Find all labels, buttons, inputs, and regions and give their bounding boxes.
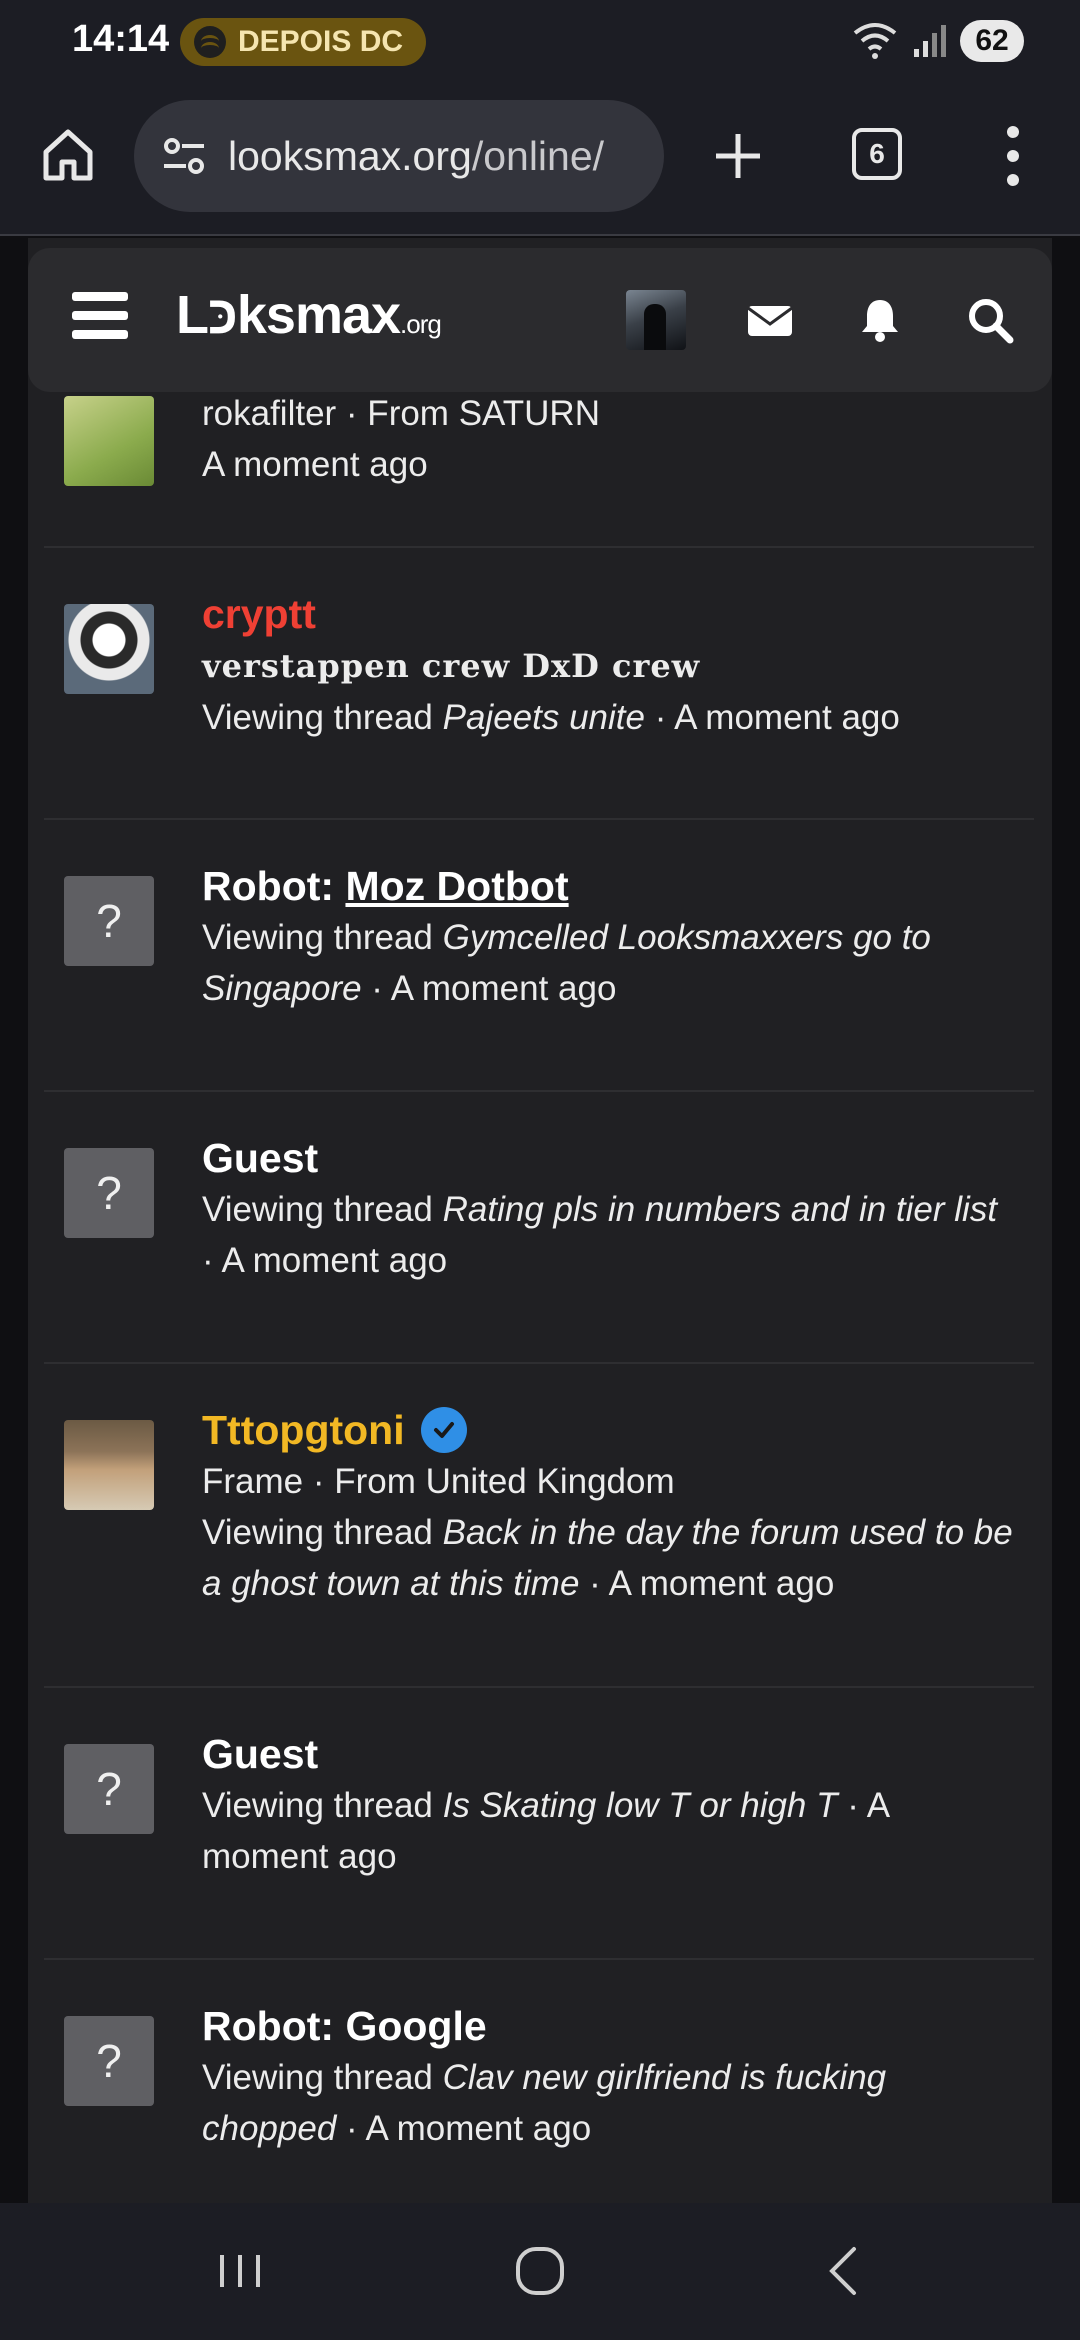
recent-apps-icon[interactable] — [208, 2239, 272, 2303]
activity-prefix: Viewing thread — [202, 1513, 443, 1552]
user-avatar-image[interactable] — [64, 1420, 154, 1510]
tab-switcher-button[interactable]: 6 — [852, 128, 902, 180]
guest-name: Guest — [202, 1135, 319, 1181]
search-icon[interactable] — [964, 294, 1016, 346]
user-title: verstappen crew DxD crew — [202, 647, 701, 685]
system-navigation-bar — [0, 2203, 1080, 2340]
username-link[interactable]: Tttopgtoni — [202, 1404, 1014, 1456]
status-icons: 62 — [852, 20, 1024, 62]
back-icon[interactable] — [812, 2239, 876, 2303]
envelope-icon[interactable] — [744, 294, 796, 346]
robot-link[interactable]: Moz Dotbot — [345, 860, 568, 912]
bell-icon[interactable] — [854, 294, 906, 346]
spotify-icon — [194, 26, 226, 58]
activity-prefix: Viewing thread — [202, 698, 443, 737]
activity-prefix: Viewing thread — [202, 2058, 443, 2097]
logo-suffix: .org — [400, 309, 442, 339]
robot-prefix: Robot: — [202, 863, 335, 909]
activity-time: A moment ago — [202, 445, 428, 484]
url-path: /online/ — [471, 132, 605, 179]
list-item[interactable]: ? Robot: Google Viewing thread Clav new … — [44, 1960, 1034, 2203]
robot-name: Robot: Moz Dotbot — [202, 860, 1014, 912]
page-content: Lכּksmax.org rokafilter · From SATURN A … — [28, 238, 1052, 2203]
activity-line: Viewing thread Clav new girlfriend is fu… — [202, 2052, 1014, 2154]
overflow-menu-icon[interactable] — [998, 120, 1028, 192]
browser-toolbar: looksmax.org/online/ 6 — [0, 84, 1080, 236]
robot-name: Robot: Google — [202, 2003, 487, 2049]
username-link[interactable]: cryptt — [202, 588, 1014, 640]
logo-text: Lכּksmax — [176, 285, 401, 345]
url-text: looksmax.org/online/ — [228, 133, 604, 180]
activity-time: · A moment ago — [202, 1241, 448, 1280]
user-title: rokafilter · From SATURN — [202, 394, 600, 433]
hamburger-menu-icon[interactable] — [72, 292, 128, 344]
guest-avatar: ? — [64, 2016, 154, 2106]
thread-link[interactable]: Is Skating low T or high T — [443, 1786, 838, 1825]
site-logo[interactable]: Lכּksmax.org — [176, 284, 442, 346]
user-avatar[interactable] — [626, 290, 686, 350]
user-title: Frame · From United Kingdom — [202, 1462, 675, 1501]
activity-line: Viewing thread Rating pls in numbers and… — [202, 1184, 1014, 1286]
activity-prefix: Viewing thread — [202, 1786, 443, 1825]
site-settings-icon[interactable] — [160, 132, 208, 180]
activity-line: Viewing thread Is Skating low T or high … — [202, 1780, 1014, 1882]
guest-avatar: ? — [64, 876, 154, 966]
activity-line: Viewing thread Back in the day the forum… — [202, 1507, 1014, 1609]
thread-link[interactable]: Rating pls in numbers and in tier list — [443, 1190, 997, 1229]
guest-avatar: ? — [64, 1744, 154, 1834]
activity-time: · A moment ago — [361, 969, 617, 1008]
site-header: Lכּksmax.org — [28, 248, 1052, 392]
guest-avatar: ? — [64, 1148, 154, 1238]
media-playing-pill[interactable]: DEPOIS DC — [180, 18, 426, 66]
media-title: DEPOIS DC — [238, 25, 404, 58]
home-icon[interactable] — [38, 124, 98, 184]
list-item[interactable]: ? Guest Viewing thread Rating pls in num… — [44, 1092, 1034, 1364]
address-bar[interactable]: looksmax.org/online/ — [134, 100, 664, 212]
activity-prefix: Viewing thread — [202, 918, 443, 957]
thread-link[interactable]: Pajeets unite — [443, 698, 645, 737]
home-button-icon[interactable] — [508, 2239, 572, 2303]
user-avatar-image[interactable] — [64, 396, 154, 486]
status-bar: 14:14 DEPOIS DC 62 — [0, 0, 1080, 84]
list-item[interactable]: ? Guest Viewing thread Is Skating low T … — [44, 1688, 1034, 1960]
list-item[interactable]: ? Robot: Moz Dotbot Viewing thread Gymce… — [44, 820, 1034, 1092]
activity-prefix: Viewing thread — [202, 1190, 443, 1229]
new-tab-icon[interactable] — [706, 124, 770, 188]
status-time: 14:14 — [72, 18, 170, 60]
wifi-icon — [853, 23, 897, 59]
user-avatar-image[interactable] — [64, 604, 154, 694]
url-host: looksmax.org — [228, 132, 472, 179]
battery-indicator: 62 — [960, 20, 1024, 62]
username-text: Tttopgtoni — [202, 1407, 405, 1453]
guest-name: Guest — [202, 1731, 319, 1777]
activity-line: Viewing thread Pajeets unite · A moment … — [202, 692, 1014, 743]
list-item[interactable]: cryptt verstappen crew DxD crew Viewing … — [44, 548, 1034, 820]
list-item[interactable]: Tttopgtoni Frame · From United Kingdom V… — [44, 1364, 1034, 1688]
activity-time: · A moment ago — [579, 1564, 835, 1603]
activity-line: Viewing thread Gymcelled Looksmaxxers go… — [202, 912, 1014, 1014]
signal-icon — [914, 25, 946, 57]
activity-time: · A moment ago — [336, 2109, 592, 2148]
verified-check-icon — [420, 1407, 467, 1453]
activity-time: · A moment ago — [645, 698, 900, 737]
